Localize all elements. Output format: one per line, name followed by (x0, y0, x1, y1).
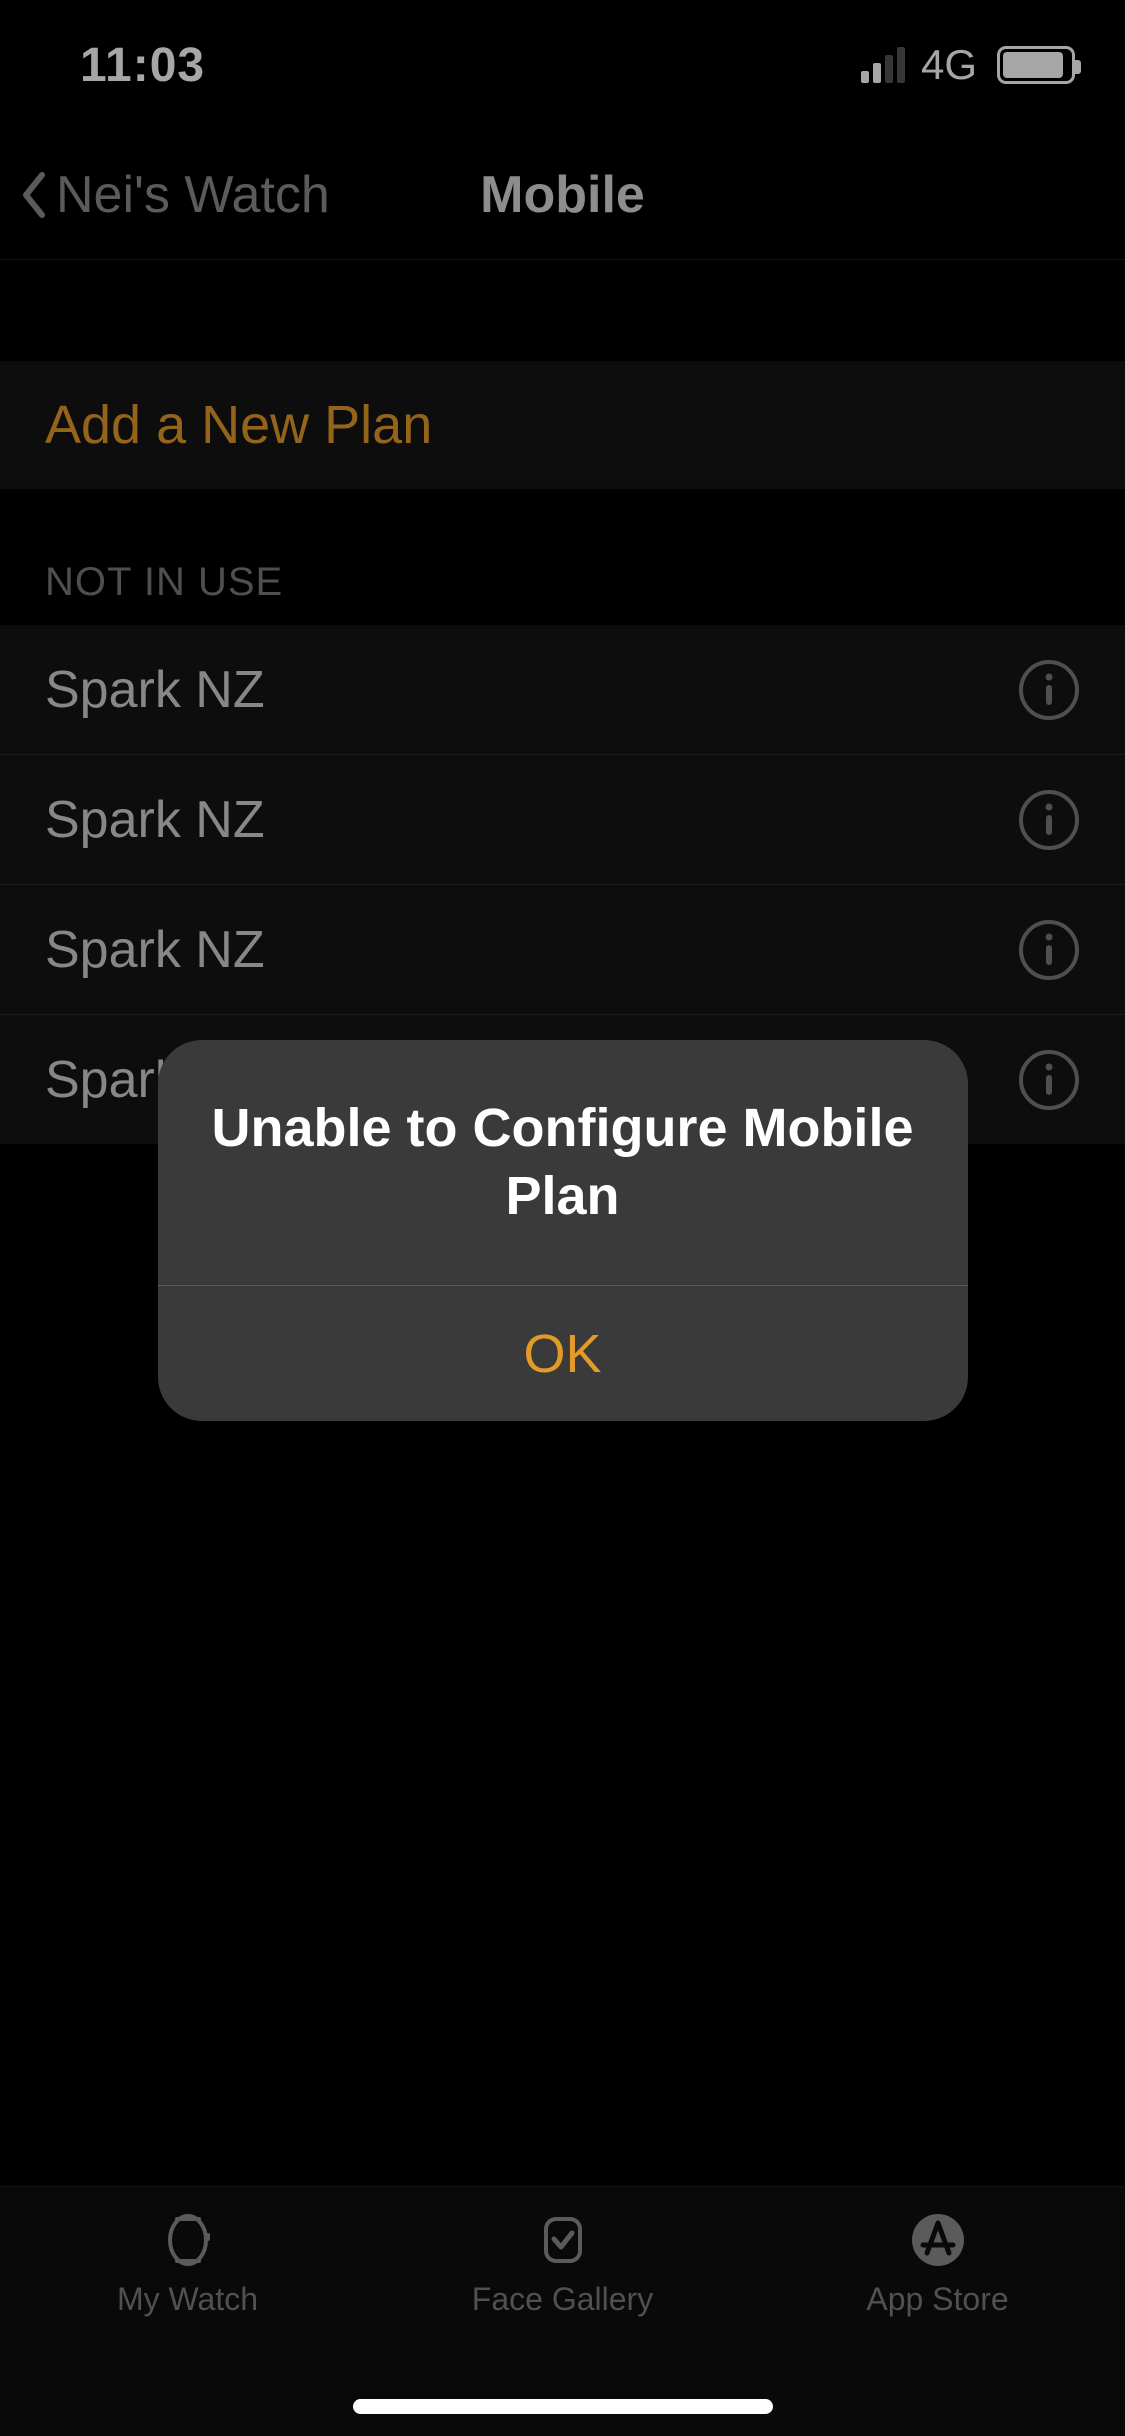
info-icon (1018, 1049, 1080, 1111)
alert-title: Unable to Configure Mobile Plan (208, 1095, 918, 1230)
back-button[interactable]: Nei's Watch (20, 165, 330, 225)
section-header-not-in-use: NOT IN USE (0, 490, 1125, 625)
alert-dialog: Unable to Configure Mobile Plan OK (158, 1040, 968, 1421)
tab-label: App Store (866, 2281, 1008, 2318)
status-time: 11:03 (80, 38, 205, 93)
plan-label: Spark NZ (45, 660, 265, 720)
info-icon (1018, 659, 1080, 721)
plan-row[interactable]: Spark NZ (0, 625, 1125, 755)
cellular-signal-icon (861, 47, 905, 83)
tab-face-gallery[interactable]: Face Gallery (375, 2209, 750, 2318)
watch-icon (157, 2209, 219, 2271)
app-store-icon (907, 2209, 969, 2271)
chevron-left-icon (20, 171, 48, 219)
status-bar: 11:03 4G (0, 0, 1125, 130)
navigation-bar: Nei's Watch Mobile (0, 130, 1125, 260)
plan-row[interactable]: Spark NZ (0, 885, 1125, 1015)
tab-my-watch[interactable]: My Watch (0, 2209, 375, 2318)
battery-icon (997, 46, 1075, 84)
info-icon (1018, 789, 1080, 851)
plan-row[interactable]: Spark NZ (0, 755, 1125, 885)
plan-label: Spark NZ (45, 920, 265, 980)
tab-label: My Watch (117, 2281, 258, 2318)
add-plan-row[interactable]: Add a New Plan (0, 360, 1125, 490)
spacer (0, 260, 1125, 360)
back-label: Nei's Watch (56, 165, 330, 225)
info-button[interactable] (1018, 1049, 1080, 1111)
face-gallery-icon (532, 2209, 594, 2271)
alert-ok-button[interactable]: OK (158, 1286, 968, 1421)
info-button[interactable] (1018, 919, 1080, 981)
alert-ok-label: OK (523, 1323, 601, 1385)
home-indicator[interactable] (353, 2399, 773, 2414)
page-title: Mobile (480, 165, 645, 225)
info-button[interactable] (1018, 789, 1080, 851)
info-button[interactable] (1018, 659, 1080, 721)
tab-label: Face Gallery (472, 2281, 653, 2318)
plan-label: Spark NZ (45, 790, 265, 850)
status-right: 4G (861, 41, 1075, 89)
network-type-label: 4G (921, 41, 977, 89)
info-icon (1018, 919, 1080, 981)
add-plan-label: Add a New Plan (45, 394, 432, 456)
tab-app-store[interactable]: App Store (750, 2209, 1125, 2318)
